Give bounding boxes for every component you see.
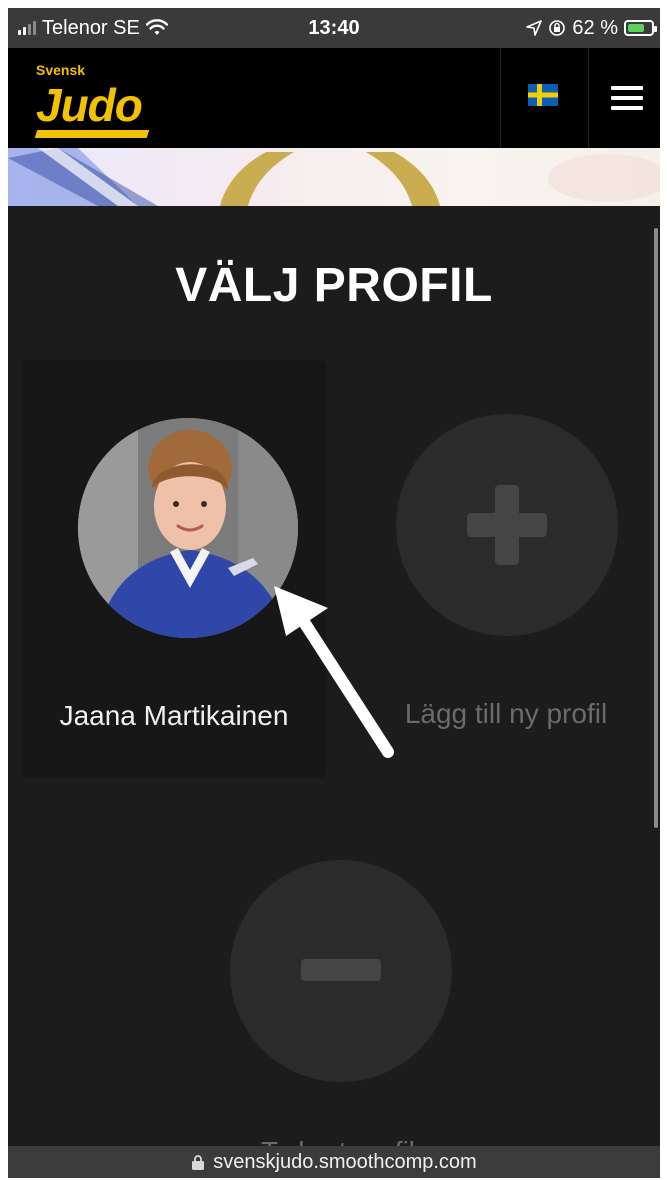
url-text: svenskjudo.smoothcomp.com	[213, 1150, 477, 1173]
location-icon	[526, 20, 543, 36]
hero-banner	[8, 148, 660, 206]
lock-icon	[192, 1155, 205, 1170]
orientation-lock-icon	[549, 20, 566, 36]
battery-charging-icon	[624, 20, 657, 36]
browser-url-bar[interactable]: svenskjudo.smoothcomp.com	[8, 1146, 660, 1178]
logo-underline	[34, 130, 150, 138]
app-frame: Telenor SE 13:40 62 % Svensk Judo VÄLJ P…	[8, 8, 660, 1178]
status-bar: Telenor SE 13:40 62 %	[8, 8, 660, 48]
remove-profile-button[interactable]	[230, 860, 452, 1082]
arrow-annotation-icon	[274, 586, 394, 758]
svensk-judo-logo[interactable]: Svensk Judo	[28, 60, 158, 140]
logo-main-text: Judo	[36, 79, 143, 131]
banner-graphic	[8, 148, 660, 206]
status-right: 62 %	[526, 8, 657, 48]
hamburger-menu-button[interactable]	[593, 48, 660, 148]
minus-icon	[301, 959, 381, 981]
site-header: Svensk Judo	[8, 48, 660, 148]
plus-icon	[467, 485, 547, 565]
battery-percent: 62 %	[572, 16, 618, 39]
sweden-flag-icon[interactable]	[528, 84, 558, 106]
add-profile-button[interactable]	[396, 414, 618, 636]
header-divider	[588, 48, 589, 148]
page-title: VÄLJ PROFIL	[175, 259, 493, 312]
header-divider	[500, 48, 501, 148]
page-scrollbar[interactable]	[654, 228, 658, 828]
hamburger-menu-icon	[610, 80, 643, 116]
logo-top-text: Svensk	[36, 62, 86, 78]
